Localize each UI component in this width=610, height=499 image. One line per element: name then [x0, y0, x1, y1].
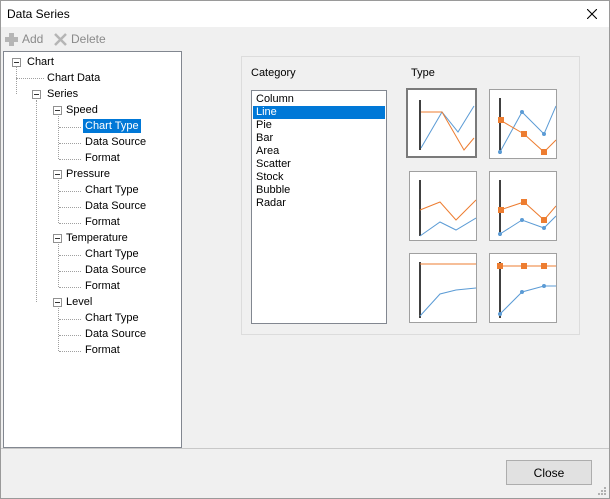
category-item-bubble[interactable]: Bubble — [253, 184, 385, 197]
tree-node-series[interactable]: Series — [45, 87, 80, 101]
delete-button[interactable]: Delete — [53, 30, 106, 48]
tree-node-level[interactable]: Level — [64, 295, 94, 309]
tree-node-pressure-data-source[interactable]: Data Source — [83, 199, 148, 213]
type-percent-line-thumbnail[interactable] — [409, 253, 477, 323]
type-label: Type — [411, 67, 435, 79]
type-stacked-line-markers-thumbnail[interactable] — [489, 171, 557, 241]
tree-guide — [59, 207, 81, 208]
footer-separator — [1, 448, 609, 449]
tree-node-pressure-chart-type[interactable]: Chart Type — [83, 183, 141, 197]
tree-node-speed-format[interactable]: Format — [83, 151, 122, 165]
tree-node-level-data-source[interactable]: Data Source — [83, 327, 148, 341]
tree-node-pressure[interactable]: Pressure — [64, 167, 112, 181]
tree-guide — [59, 271, 81, 272]
type-line-thumbnail[interactable] — [406, 88, 477, 158]
tree-guide — [16, 78, 44, 79]
tree-guide — [59, 255, 81, 256]
window-title: Data Series — [7, 7, 70, 21]
tree-guide — [58, 116, 59, 159]
category-item-bar[interactable]: Bar — [253, 132, 385, 145]
line-chart-icon — [419, 100, 475, 151]
category-list[interactable]: Column Line Pie Bar Area Scatter Stock B… — [251, 90, 387, 324]
tree-guide — [59, 351, 81, 352]
x-icon — [54, 32, 67, 46]
tree-node-chart[interactable]: Chart — [25, 55, 56, 69]
tree-guide — [59, 223, 81, 224]
tree-node-chart-data[interactable]: Chart Data — [45, 71, 102, 85]
tree-guide — [59, 143, 81, 144]
tree-expander-level[interactable] — [53, 298, 62, 307]
tree-guide — [59, 159, 81, 160]
tree-node-temperature-data-source[interactable]: Data Source — [83, 263, 148, 277]
tree-guide — [58, 308, 59, 351]
category-item-column[interactable]: Column — [253, 93, 385, 106]
data-series-dialog: Data Series Add Delete Chart Chart Data … — [0, 0, 610, 499]
tree-expander-temperature[interactable] — [53, 234, 62, 243]
window-close-button[interactable] — [575, 1, 609, 27]
tree-expander-series[interactable] — [32, 90, 41, 99]
tree-node-temperature[interactable]: Temperature — [64, 231, 130, 245]
tree-expander-speed[interactable] — [53, 106, 62, 115]
series-tree[interactable]: Chart Chart Data Series Speed Chart Type… — [3, 51, 182, 448]
resize-grip-icon[interactable] — [597, 486, 607, 496]
percent-line-chart-icon — [419, 262, 476, 318]
tree-guide — [59, 335, 81, 336]
toolbar: Add Delete — [1, 28, 183, 50]
type-stacked-line-thumbnail[interactable] — [409, 171, 477, 241]
tree-node-level-chart-type[interactable]: Chart Type — [83, 311, 141, 325]
type-percent-line-markers-thumbnail[interactable] — [489, 253, 557, 323]
tree-node-speed-data-source[interactable]: Data Source — [83, 135, 148, 149]
close-button[interactable]: Close — [506, 460, 592, 485]
tree-node-level-format[interactable]: Format — [83, 343, 122, 357]
delete-button-label: Delete — [71, 32, 106, 46]
tree-guide — [59, 127, 81, 128]
category-item-area[interactable]: Area — [253, 145, 385, 158]
tree-guide — [59, 319, 81, 320]
stacked-line-markers-chart-icon — [498, 180, 556, 236]
stacked-line-chart-icon — [419, 180, 476, 237]
plus-icon — [5, 32, 18, 46]
line-markers-chart-icon — [498, 98, 556, 155]
tree-node-pressure-format[interactable]: Format — [83, 215, 122, 229]
title-bar: Data Series — [1, 1, 609, 27]
category-item-scatter[interactable]: Scatter — [253, 158, 385, 171]
close-icon — [587, 9, 597, 19]
type-line-markers-thumbnail[interactable] — [489, 89, 557, 159]
tree-node-speed-chart-type[interactable]: Chart Type — [83, 119, 141, 133]
tree-guide — [58, 180, 59, 223]
add-button-label: Add — [22, 32, 44, 46]
tree-expander-pressure[interactable] — [53, 170, 62, 179]
tree-guide — [59, 191, 81, 192]
tree-expander-chart[interactable] — [12, 58, 21, 67]
tree-node-temperature-format[interactable]: Format — [83, 279, 122, 293]
tree-guide — [36, 100, 37, 302]
add-button[interactable]: Add — [4, 30, 43, 48]
tree-guide — [16, 64, 17, 94]
tree-guide — [59, 287, 81, 288]
category-item-line[interactable]: Line — [253, 106, 385, 119]
tree-node-speed[interactable]: Speed — [64, 103, 100, 117]
tree-guide — [58, 244, 59, 287]
category-item-stock[interactable]: Stock — [253, 171, 385, 184]
tree-node-temperature-chart-type[interactable]: Chart Type — [83, 247, 141, 261]
category-label: Category — [251, 67, 296, 79]
percent-line-markers-chart-icon — [497, 262, 556, 318]
category-item-pie[interactable]: Pie — [253, 119, 385, 132]
category-item-radar[interactable]: Radar — [253, 197, 385, 210]
